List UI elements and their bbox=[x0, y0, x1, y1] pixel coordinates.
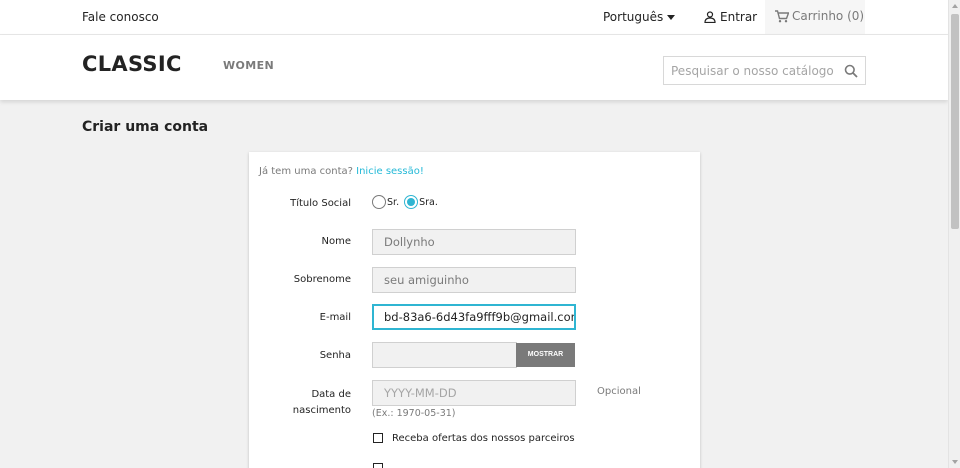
radio-sra[interactable] bbox=[404, 195, 419, 209]
scroll-down-icon[interactable] bbox=[952, 460, 958, 464]
birthdate-hint: (Ex.: 1970-05-31) bbox=[372, 408, 456, 419]
contact-link[interactable]: Fale conosco bbox=[82, 10, 159, 24]
already-text: Já tem uma conta? bbox=[259, 166, 353, 177]
site-header: CLASSIC WOMEN bbox=[0, 35, 948, 100]
birthdate-optional: Opcional bbox=[597, 386, 641, 397]
birthdate-label-line1: Data de bbox=[311, 389, 351, 400]
page-scrollbar[interactable] bbox=[948, 0, 960, 468]
show-password-button[interactable]: MOSTRAR bbox=[516, 343, 575, 367]
cart-icon bbox=[775, 10, 790, 23]
search-input[interactable] bbox=[664, 57, 840, 84]
partner-offers-label[interactable]: Receba ofertas dos nossos parceiros bbox=[392, 433, 575, 444]
password-label: Senha bbox=[319, 350, 351, 361]
search-icon[interactable] bbox=[844, 64, 858, 78]
birthdate-label-line2: nascimento bbox=[292, 405, 351, 416]
site-logo[interactable]: CLASSIC bbox=[82, 52, 182, 76]
caret-down-icon bbox=[667, 15, 676, 20]
last-name-field[interactable] bbox=[372, 267, 576, 293]
scroll-up-icon[interactable] bbox=[952, 4, 958, 8]
register-form-card: Já tem uma conta? Inicie sessão! Título … bbox=[249, 152, 700, 468]
password-field[interactable] bbox=[372, 342, 517, 368]
sign-in-link[interactable]: Entrar bbox=[704, 10, 757, 24]
email-field[interactable] bbox=[372, 304, 576, 330]
cart-button[interactable]: Carrinho (0) bbox=[765, 0, 865, 34]
sign-in-label: Entrar bbox=[720, 10, 758, 24]
cart-label: Carrinho (0) bbox=[792, 9, 865, 23]
page-title: Criar uma conta bbox=[82, 119, 209, 135]
nav-item-women[interactable]: WOMEN bbox=[223, 59, 274, 72]
search-box bbox=[663, 56, 866, 85]
birthdate-label: Data de nascimento bbox=[261, 387, 351, 419]
login-link[interactable]: Inicie sessão! bbox=[356, 166, 424, 177]
top-bar: Fale conosco Português Entrar Carrinho (… bbox=[0, 0, 948, 35]
user-icon bbox=[704, 11, 716, 24]
first-name-label: Nome bbox=[321, 236, 352, 247]
last-name-label: Sobrenome bbox=[293, 274, 351, 285]
partner-offers-checkbox[interactable] bbox=[373, 433, 383, 443]
first-name-field[interactable] bbox=[372, 229, 576, 255]
language-label: Português bbox=[603, 10, 664, 24]
social-title-group: Sr. Sra. bbox=[372, 195, 440, 209]
already-have-account: Já tem uma conta? Inicie sessão! bbox=[259, 166, 424, 177]
next-checkbox[interactable] bbox=[373, 463, 383, 468]
email-label: E-mail bbox=[319, 312, 351, 323]
radio-sra-label[interactable]: Sra. bbox=[419, 197, 438, 208]
radio-sr-label[interactable]: Sr. bbox=[387, 197, 399, 208]
language-selector[interactable]: Português bbox=[603, 10, 676, 24]
birthdate-field[interactable] bbox=[372, 380, 576, 406]
scrollbar-thumb[interactable] bbox=[951, 14, 959, 229]
radio-sr[interactable] bbox=[372, 195, 386, 209]
social-title-label: Título Social bbox=[290, 198, 351, 209]
